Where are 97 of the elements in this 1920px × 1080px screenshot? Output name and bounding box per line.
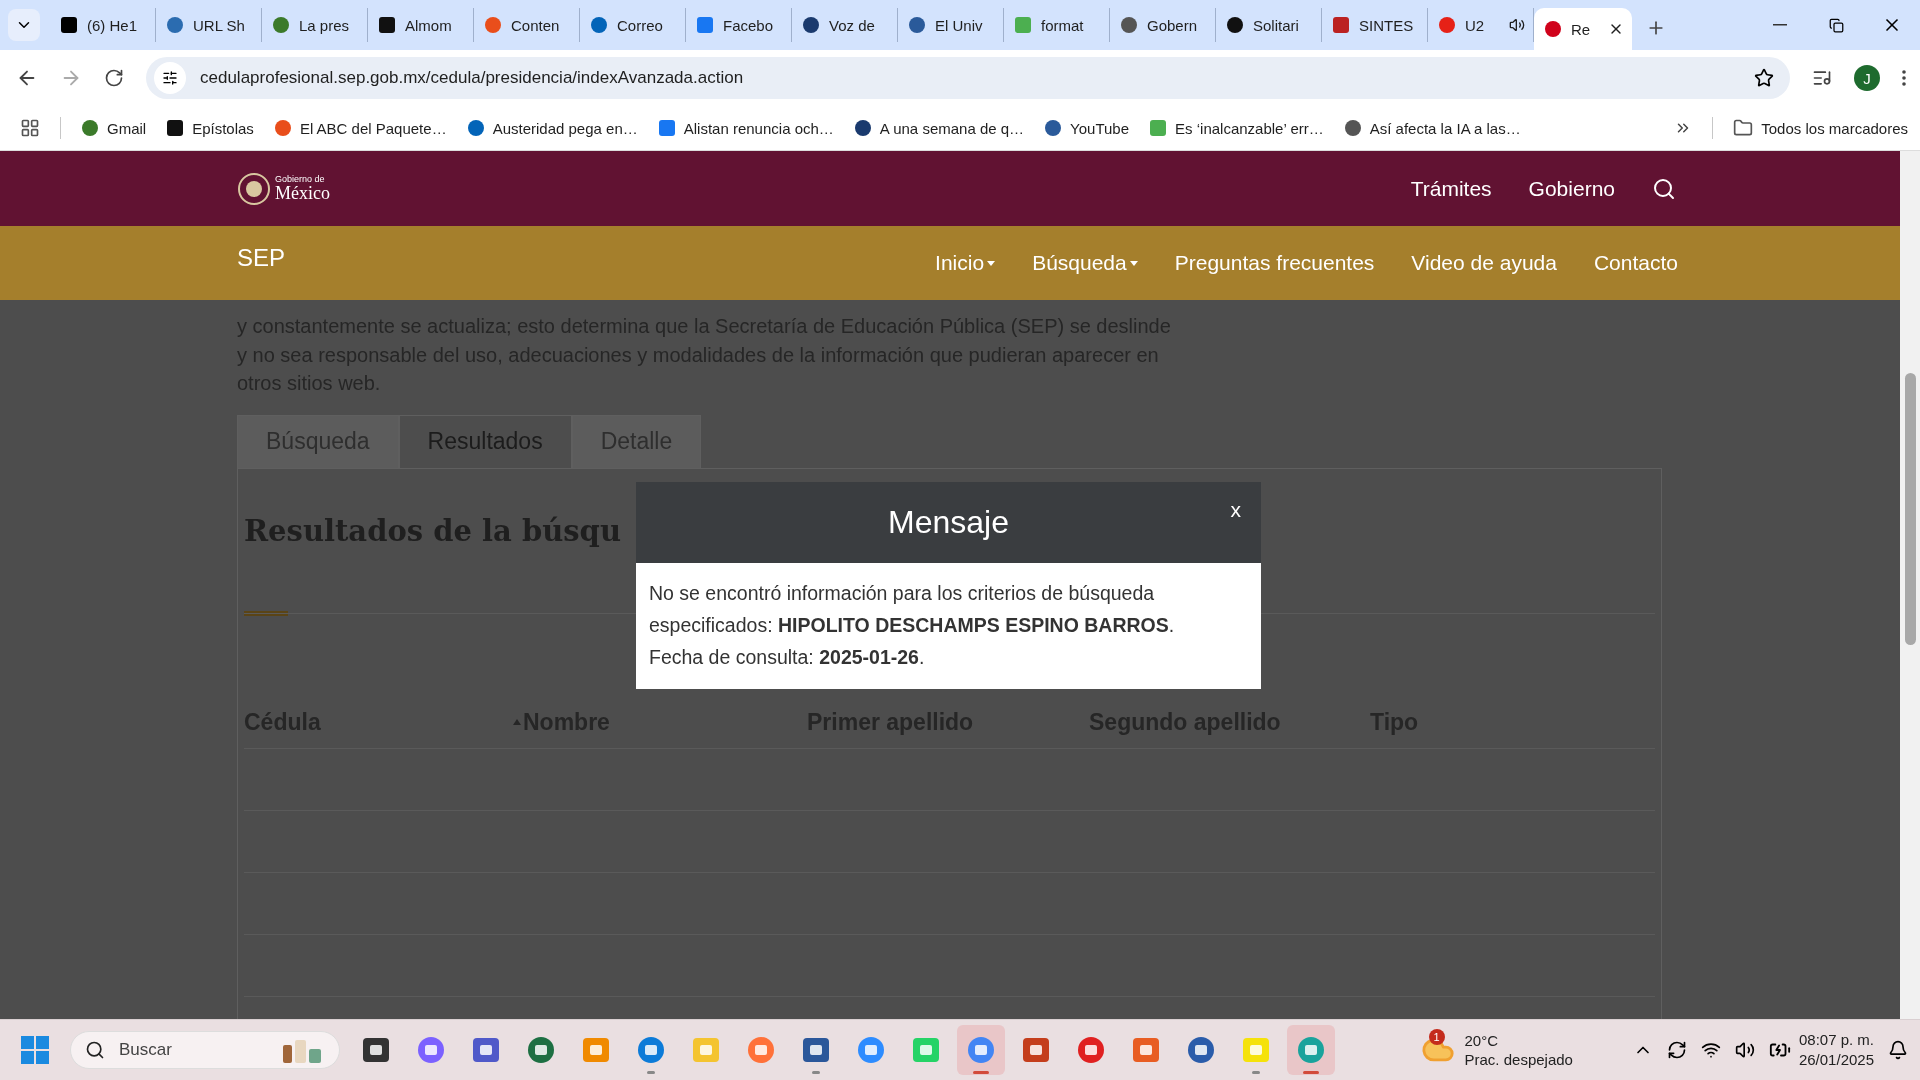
temperature-text: 20°C xyxy=(1464,1031,1500,1050)
logo-caption: Gobierno de xyxy=(275,175,326,184)
site-logo-icon xyxy=(378,16,396,34)
site-logo-icon xyxy=(853,119,872,137)
browser-tab[interactable]: format xyxy=(1004,8,1110,42)
site-logo-icon xyxy=(166,119,185,137)
site-brand: SEP xyxy=(237,244,286,272)
browser-tab[interactable]: SINTES xyxy=(1322,8,1428,42)
menu-button[interactable] xyxy=(1902,70,1906,86)
clock-date: 26/01/2025 xyxy=(1798,1050,1874,1070)
close-button[interactable]: x xyxy=(1230,498,1241,522)
nav-link[interactable]: Búsqueda xyxy=(1032,251,1138,275)
site-logo-icon xyxy=(272,16,290,34)
bookmark-link[interactable]: El ABC del Paquete… xyxy=(273,119,447,137)
search-icon[interactable] xyxy=(1652,176,1676,201)
speaker-icon xyxy=(1509,17,1525,33)
wifi-icon[interactable] xyxy=(1700,1040,1721,1060)
dialog-title: Mensaje xyxy=(888,504,1009,541)
emblem-icon xyxy=(237,171,271,206)
nav-link[interactable]: Inicio xyxy=(935,251,996,275)
bookmark-folder[interactable]: Todos los marcadores xyxy=(1733,118,1908,138)
browser-tab[interactable]: U2 xyxy=(1428,8,1534,42)
sliders-icon xyxy=(162,70,178,86)
site-logo-icon xyxy=(1044,119,1063,137)
site-logo-icon xyxy=(657,119,676,137)
site-logo-icon xyxy=(1544,20,1562,38)
browser-tab[interactable]: Correo xyxy=(580,8,686,42)
apps-icon[interactable] xyxy=(20,118,40,138)
site-logo-icon xyxy=(466,119,485,137)
reload-icon xyxy=(104,68,124,88)
profile-button[interactable]: J xyxy=(1854,65,1880,91)
site-logo-icon xyxy=(1438,16,1456,34)
notification-icon[interactable] xyxy=(1888,1040,1908,1060)
site-logo-icon xyxy=(166,16,184,34)
menu-icon xyxy=(1902,70,1906,86)
bookmark-star-icon[interactable] xyxy=(1754,68,1774,88)
taskbar-search-field[interactable]: Buscar xyxy=(70,1031,340,1069)
start-icon[interactable] xyxy=(20,1035,50,1065)
nav-link[interactable]: Contacto xyxy=(1593,251,1678,275)
browser-tab[interactable]: Gobern xyxy=(1110,8,1216,42)
bookmark-link[interactable]: Gmail xyxy=(81,119,147,137)
address-bar[interactable]: cedulaprofesional.sep.gob.mx/cedula/presidencia/indexAvanzada.action xyxy=(146,57,1790,99)
site-logo-icon xyxy=(590,16,608,34)
browser-tab[interactable]: URL Sh xyxy=(156,8,262,42)
restore-icon xyxy=(1828,17,1844,33)
bookmark-link[interactable]: Alistan renuncia och… xyxy=(657,119,834,137)
url-text: cedulaprofesional.sep.gob.mx/cedula/presidencia/indexAvanzada.action xyxy=(200,68,745,88)
header-link[interactable]: Gobierno xyxy=(1528,176,1615,201)
dialog-message: No se encontró información para los criterios de búsqueda especificados: HIPOLITO DESCHAMPS ESPINO BARROS. xyxy=(649,581,1176,638)
site-logo-icon xyxy=(1014,16,1032,34)
bookmark-link[interactable]: Austeridad pega en… xyxy=(466,119,638,137)
bookmark-link[interactable]: YouTube xyxy=(1044,119,1130,137)
caret-icon xyxy=(987,260,996,266)
bookmark-link[interactable]: A una semana de q… xyxy=(853,119,1025,137)
browser-tab[interactable]: Voz de xyxy=(792,8,898,42)
site-logo-icon xyxy=(1226,16,1244,34)
notification-badge: 1 xyxy=(1428,1029,1445,1045)
browser-tab[interactable]: Solitari xyxy=(1216,8,1322,42)
nav-link[interactable]: Preguntas frecuentes xyxy=(1174,251,1375,275)
site-logo-icon xyxy=(696,16,714,34)
site-logo-icon xyxy=(273,119,292,137)
volume-icon[interactable] xyxy=(1734,1040,1755,1060)
site-logo-icon xyxy=(1343,119,1362,137)
logo-text: México xyxy=(275,184,330,202)
site-logo-icon xyxy=(1149,119,1168,137)
music-list-icon xyxy=(1812,68,1832,88)
minimize-icon xyxy=(1773,24,1787,26)
site-logo-icon xyxy=(484,16,502,34)
clock-time: 08:07 p. m. xyxy=(1798,1030,1874,1050)
search-icon xyxy=(85,1040,105,1060)
browser-tab[interactable]: Re xyxy=(1534,8,1632,50)
media-button[interactable] xyxy=(1812,68,1832,88)
site-logo-icon xyxy=(81,119,99,137)
site-logo-icon xyxy=(60,16,78,34)
site-logo-icon xyxy=(908,16,926,34)
bookmark-link[interactable]: Así afecta la IA a las… xyxy=(1343,119,1521,137)
site-info-button[interactable] xyxy=(154,62,186,94)
scrollbar[interactable] xyxy=(1900,151,1920,1019)
bookmark-link[interactable]: Epístolas xyxy=(166,119,254,137)
dialog-message: Fecha de consulta: 2025-01-26. xyxy=(649,645,926,670)
browser-tab[interactable]: La pres xyxy=(262,8,368,42)
browser-tab[interactable]: El Univ xyxy=(898,8,1004,42)
header-link[interactable]: Trámites xyxy=(1410,176,1492,201)
reload-button[interactable] xyxy=(104,68,124,88)
site-logo-icon xyxy=(802,16,820,34)
browser-tab[interactable]: Facebo xyxy=(686,8,792,42)
caret-icon xyxy=(1129,260,1138,266)
weather-condition: Prac. despejado xyxy=(1464,1050,1573,1069)
sync-icon[interactable] xyxy=(1666,1040,1687,1060)
browser-tab[interactable]: (6) He1 xyxy=(50,8,156,42)
bookmark-link[interactable]: Es ‘inalcanzable’ err… xyxy=(1149,119,1324,137)
site-logo-icon xyxy=(1120,16,1138,34)
nav-link[interactable]: Video de ayuda xyxy=(1411,251,1557,275)
browser-tab[interactable]: Almom xyxy=(368,8,474,42)
site-logo-icon xyxy=(1332,16,1350,34)
browser-tab[interactable]: Conten xyxy=(474,8,580,42)
sort-icon xyxy=(513,719,521,725)
